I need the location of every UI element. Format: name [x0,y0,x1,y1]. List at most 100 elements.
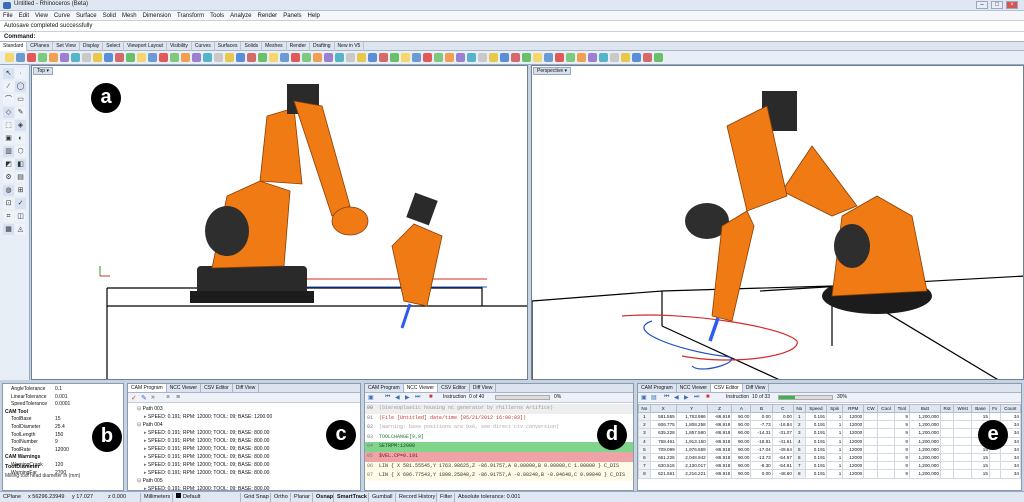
csv-cell[interactable]: -54.81 [771,461,794,471]
folder-icon[interactable]: ▣ [641,394,647,401]
csv-cell[interactable] [863,452,879,463]
left-tool-icon[interactable]: ▭ [15,94,26,105]
property-row[interactable]: LinearTolerance 0.001 [3,394,123,402]
csv-column-header[interactable]: Y [675,404,708,413]
pencil-icon[interactable]: ✎ [141,394,147,402]
csv-cell[interactable]: -48.60 [771,469,794,479]
tree-instruction-node[interactable]: ▸ SPEED: 0.191; RPM: 12000; TOOL: 09; BA… [130,413,330,421]
csv-column-header[interactable]: CW [863,404,879,413]
csv-cell[interactable]: 0.191 [804,469,828,479]
status-layer[interactable]: Default [172,493,200,502]
csv-cell[interactable]: 1,976.559 [675,444,708,454]
property-section[interactable]: CAM Warnings [3,454,123,462]
toolbar-tool-icon[interactable] [566,53,575,62]
toolbar-tool-icon[interactable] [236,53,245,62]
csv-cell[interactable] [863,420,879,430]
csv-column-header[interactable]: No [792,404,806,413]
command-prompt[interactable]: Command: [0,32,1024,42]
toolbar-tool-icon[interactable] [588,53,597,62]
csv-cell[interactable]: -18.81 [750,436,773,446]
toolbar-tool-icon[interactable] [467,53,476,62]
csv-cell[interactable]: 90.00 [731,420,752,430]
left-tool-icon[interactable]: ⬡ [15,146,26,157]
csv-column-header[interactable]: Speed [804,404,828,413]
table-row[interactable]: 3 635.228 1,857.580 -86.918 90.00 -14.31 -31.0… [638,428,1021,438]
csv-column-header[interactable]: Spin [826,404,844,413]
table-row[interactable]: 6 661.226 2,048.942 -86.918 90.00 -13.73 -54.9… [638,452,1021,463]
csv-cell[interactable]: 1 [826,452,844,463]
property-row[interactable]: SpeedTolerance 0.0001 [3,401,123,409]
toolbar-tool-icon[interactable] [225,53,234,62]
csv-cell[interactable] [988,469,1001,479]
table-row[interactable]: 2 606.775 1,808.258 -86.918 90.00 -7.73 -16.84… [638,420,1021,430]
tab-curves[interactable]: Curves [192,42,215,51]
csv-cell[interactable]: -86.918 [706,428,733,438]
csv-cell[interactable]: 1,200,000 [908,411,941,422]
tab-diff-view[interactable]: Diff View [743,384,770,392]
left-tool-icon[interactable]: ⊞ [15,185,26,196]
csv-cell[interactable]: 8 [638,469,651,479]
tree-instruction-node[interactable]: ▸ SPEED: 0.191; RPM: 12000; TOOL: 09; BA… [130,437,330,445]
ncc-code-line[interactable]: 04 SETRPM:12000 [365,442,633,452]
csv-cell[interactable]: 1,200,000 [908,420,941,430]
menu-analyze[interactable]: Analyze [227,11,254,21]
csv-cell[interactable]: 12000 [842,436,865,446]
csv-cell[interactable] [877,420,895,430]
csv-cell[interactable] [877,428,895,438]
tree-instruction-node[interactable]: ▸ SPEED: 0.191; RPM: 12000; TOOL: 09; BA… [130,461,330,469]
tab-ncc-viewer[interactable]: NCC Viewer [167,384,202,392]
csv-cell[interactable] [863,428,879,438]
stop-icon[interactable]: ■ [706,394,710,400]
toolbar-tool-icon[interactable] [280,53,289,62]
csv-cell[interactable]: -8.30 [750,461,773,471]
property-value[interactable]: 0.001 [55,394,68,400]
left-tool-icon[interactable]: ◇ [3,107,14,118]
next-icon[interactable]: ⏭ [415,394,420,401]
csv-cell[interactable] [863,411,879,422]
tab-surfaces[interactable]: Surfaces [215,42,242,51]
table-row[interactable]: 5 709.099 1,976.559 -86.918 90.00 -17.04 -49.6… [638,444,1021,454]
ncc-code-line[interactable]: 02 (warning: base positions are 0x0, see … [365,423,633,433]
left-tool-icon[interactable]: ◍ [3,185,14,196]
planar-button[interactable]: Planar [290,493,310,502]
tree-path-node[interactable]: ⊟ Path 003 [130,405,330,413]
left-tool-icon[interactable]: ▣ [3,133,14,144]
csv-cell[interactable] [953,420,973,430]
csv-cell[interactable]: 0.00 [750,411,773,422]
toolbar-tool-icon[interactable] [522,53,531,62]
csv-cell[interactable]: 90.00 [731,436,752,446]
left-tool-icon[interactable]: ◬ [15,224,26,235]
csv-cell[interactable]: 0.191 [804,444,828,454]
csv-cell[interactable]: 1 [826,444,844,454]
csv-cell[interactable]: 2 [792,420,806,430]
toolbar-tool-icon[interactable] [346,53,355,62]
csv-cell[interactable]: 1 [826,461,844,471]
csv-cell[interactable]: 90.00 [731,444,752,454]
csv-cell[interactable] [939,444,955,454]
csv-cell[interactable] [877,436,895,446]
maximize-button[interactable]: □ [991,1,1003,9]
property-value[interactable]: 15 [55,416,61,422]
csv-cell[interactable]: 15 [971,452,990,463]
csv-cell[interactable]: 1,200,000 [908,436,941,446]
csv-cell[interactable]: 9 [893,420,910,430]
csv-cell[interactable]: 2 [638,420,651,430]
grid-snap-button[interactable]: Grid Snap [240,493,269,502]
csv-column-header[interactable]: Rot [939,404,955,413]
csv-cell[interactable]: 12000 [842,411,865,422]
toolbar-tool-icon[interactable] [610,53,619,62]
csv-cell[interactable]: 7 [638,461,651,471]
csv-cell[interactable]: 768.461 [649,436,677,446]
csv-cell[interactable]: 0.191 [804,428,828,438]
left-tool-icon[interactable]: ⌗ [3,211,14,222]
csv-cell[interactable]: -86.918 [706,452,733,463]
csv-cell[interactable]: -86.918 [706,444,733,454]
left-tool-icon[interactable]: ∕ [3,81,14,92]
csv-column-header[interactable]: Butt [908,404,941,413]
left-tool-icon[interactable]: ◐ [15,133,26,144]
first-icon[interactable]: ⏮ [664,394,669,401]
csv-cell[interactable]: 0.191 [804,452,828,463]
expand-icon[interactable]: » [151,394,155,401]
csv-column-header[interactable]: Fx [988,404,1001,413]
left-tool-icon[interactable]: ◩ [3,159,14,170]
